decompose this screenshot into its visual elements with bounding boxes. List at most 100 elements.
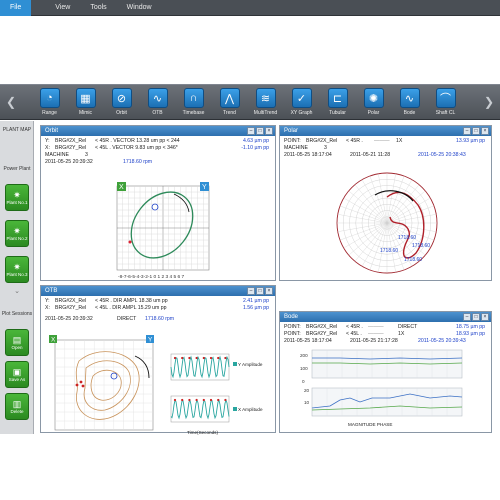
bode-point-1-mode: DIRECT: [398, 324, 418, 330]
maximize-icon[interactable]: □: [472, 313, 480, 321]
bode-point-1-desc: < 45R .: [346, 324, 363, 330]
plot-sessions-title: Plot Sessions: [1, 311, 33, 317]
bode-tick-200: 200: [300, 353, 308, 358]
polar-icon: ✺: [363, 88, 384, 108]
otb-axis-x-text: X: [51, 337, 56, 344]
polar-legend: 1X: [396, 138, 403, 144]
polar-point-desc: < 45R .: [346, 138, 363, 144]
maximize-icon[interactable]: □: [256, 287, 264, 295]
toolbar-orbit-button[interactable]: ⊘ Orbit: [106, 88, 137, 116]
bode-time-1: 2011-05-25 18:17:04: [284, 338, 332, 344]
chevron-down-icon[interactable]: ⌄: [0, 287, 34, 295]
x-amplitude-swatch: [233, 407, 237, 411]
bode-point-2-value: 18.93 µm pp: [456, 331, 485, 337]
toolbar-xy-graph-button[interactable]: ✓ XY Graph: [286, 88, 317, 116]
menu-file[interactable]: File: [0, 0, 32, 16]
maximize-icon[interactable]: □: [472, 127, 480, 135]
toolbar-tubular-button[interactable]: ⊏ Tubular: [322, 88, 353, 116]
minimize-icon[interactable]: –: [247, 127, 255, 135]
open-button[interactable]: ▤ Open: [5, 329, 29, 356]
toolbar-trend-button[interactable]: ⋀ Trend: [214, 88, 245, 116]
orbit-y-label: Y:: [45, 138, 50, 144]
toolbar-mimic-button[interactable]: ▦ Mimic: [70, 88, 101, 116]
close-icon[interactable]: ×: [481, 127, 489, 135]
plant-3-button[interactable]: ✷ Plant No.3: [5, 256, 29, 283]
plant-2-button[interactable]: ✷ Plant No.2: [5, 220, 29, 247]
menu-view[interactable]: View: [45, 0, 80, 16]
trend-icon: ⋀: [219, 88, 240, 108]
orbit-axis-x-text: X: [119, 184, 124, 191]
otb-y-waveform: [170, 353, 230, 381]
orbit-machine-label: MACHINE: [45, 152, 69, 158]
toolbar-label: Tubular: [329, 110, 346, 116]
toolbar-label: MultiTrend: [253, 110, 278, 116]
save-as-button[interactable]: ▣ Save As: [5, 361, 29, 388]
orbit-x-name: BRG#2Y_Rel: [55, 145, 87, 151]
otb-y-name: BRG#2X_Rel: [55, 298, 87, 304]
orbit-axis-y-text: Y: [202, 184, 207, 191]
bode-point-2-name: BRG#2Y_Rel: [306, 331, 338, 337]
bode-footer-label: MAGNITUDE PHASE: [348, 422, 392, 427]
otb-y-value: 2.41 µm pp: [242, 298, 269, 304]
toolbar-prev-icon[interactable]: ❮: [0, 95, 22, 109]
toolbar-label: XY Graph: [290, 110, 313, 116]
orbit-panel: Orbit – □ × Y: BRG#2X_Rel < 45R . VECTOR 13.…: [40, 125, 276, 281]
toolbar-timebase-button[interactable]: ∩ Timebase: [178, 88, 209, 116]
plant-1-button[interactable]: ✷ Plant No.1: [5, 184, 29, 211]
polar-title: Polar: [284, 128, 299, 134]
delete-button[interactable]: ▥ Delete: [5, 393, 29, 420]
y-amplitude-label: Y Amplitude: [238, 362, 263, 367]
toolbar-shaft-cl-button[interactable]: ⌒ Shaft CL: [430, 88, 461, 116]
shaft-cl-icon: ⌒: [435, 88, 456, 108]
menu-tools[interactable]: Tools: [80, 0, 116, 16]
toolbar-range-button[interactable]: ◔ Range: [34, 88, 65, 116]
otb-x-name: BRG#2Y_Rel: [55, 305, 87, 311]
close-icon[interactable]: ×: [265, 287, 273, 295]
menu-window[interactable]: Window: [117, 0, 162, 16]
waveform-keyphasor-dot: [202, 398, 205, 402]
minimize-icon[interactable]: –: [463, 127, 471, 135]
otb-plot: X Y Y Amplitude X Amplitude Time(Seconds…: [49, 335, 263, 435]
minimize-icon[interactable]: –: [247, 287, 255, 295]
bode-point-2-desc: < 45L .: [346, 331, 362, 337]
otb-y-label: Y:: [45, 298, 50, 304]
otb-title: OTB: [45, 288, 58, 294]
otb-panel-header: OTB – □ ×: [41, 286, 275, 296]
bode-icon: ∿: [399, 88, 420, 108]
y-amplitude-swatch: [233, 362, 237, 366]
toolbar-next-icon[interactable]: ❯: [478, 95, 500, 109]
mimic-icon: ▦: [75, 88, 96, 108]
orbit-x-desc: < 45L . VECTOR 9.83 um pp < 346*: [95, 145, 178, 151]
close-icon[interactable]: ×: [265, 127, 273, 135]
plant-icon: ✷: [13, 262, 21, 272]
delete-icon: ▥: [12, 399, 22, 409]
otb-x-label: X:: [45, 305, 50, 311]
toolbar-polar-button[interactable]: ✺ Polar: [358, 88, 389, 116]
polar-plot: 1718.60 1718.60 1718.60 1718.60: [336, 172, 438, 274]
otb-panel: OTB – □ × Y: BRG#2X_Rel < 45R . DIR AMPL 18.…: [40, 285, 276, 435]
maximize-icon[interactable]: □: [256, 127, 264, 135]
toolbar-multitrend-button[interactable]: ≋ MultiTrend: [250, 88, 281, 116]
waveform-keyphasor-dot: [209, 356, 213, 360]
orbit-plot: X Y -8-7-6-5-4-3-2-1 0 1 2 3 4 5 6 7: [116, 182, 210, 280]
toolbar-label: Range: [42, 110, 57, 116]
toolbar-label: Trend: [223, 110, 236, 116]
plant-icon: ✷: [13, 226, 21, 236]
close-icon[interactable]: ×: [481, 313, 489, 321]
bode-tick-20: 20: [304, 388, 310, 393]
orbit-grid: [116, 185, 210, 271]
bode-point-1-value: 18.75 µm pp: [456, 324, 485, 330]
waveform-keyphasor-dot: [195, 356, 198, 360]
power-plant-label: Power Plant: [3, 166, 31, 172]
waveform-keyphasor-dot: [188, 398, 191, 402]
toolbar: ❮ ◔ Range ▦ Mimic ⊘ Orbit ∿ OTB ∩ Timebase ⋀ Trend ≋…: [0, 84, 500, 120]
toolbar-bode-button[interactable]: ∿ Bode: [394, 88, 425, 116]
polar-rpm-label-4: 1718.60: [404, 257, 422, 263]
time-axis-label: Time(Seconds): [187, 430, 218, 435]
waveform-keyphasor-dot: [224, 356, 227, 360]
waveform-keyphasor-dot: [181, 356, 184, 360]
menu-bar: File View Tools Window: [0, 0, 500, 16]
bode-point-1-name: BRG#2X_Rel: [306, 324, 338, 330]
minimize-icon[interactable]: –: [463, 313, 471, 321]
toolbar-otb-button[interactable]: ∿ OTB: [142, 88, 173, 116]
